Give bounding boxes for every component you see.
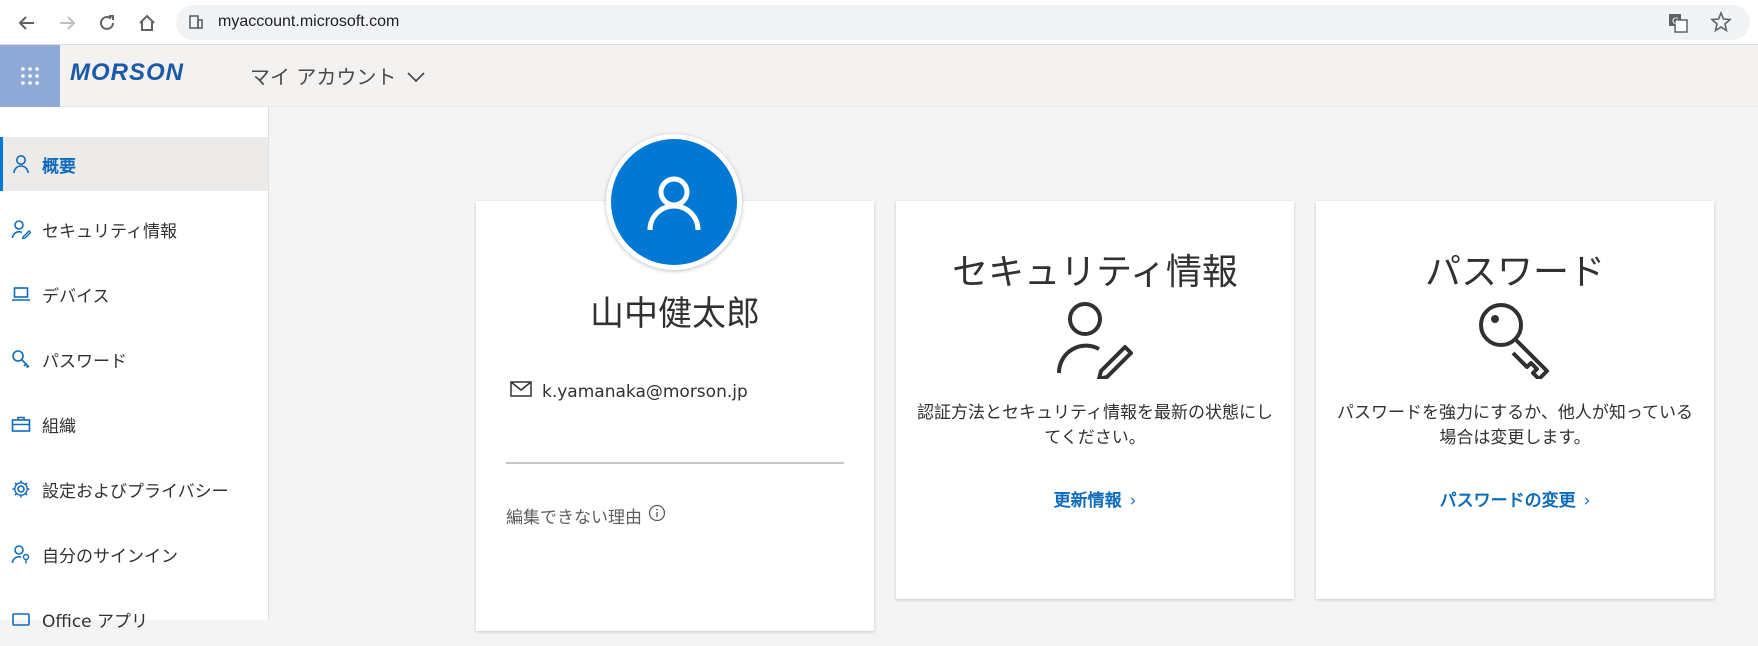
update-info-link[interactable]: 更新情報 › bbox=[896, 486, 1294, 511]
laptop-icon bbox=[10, 283, 32, 305]
sidebar-item-label: パスワード bbox=[42, 351, 127, 372]
email-row: k.yamanaka@morson.jp bbox=[510, 381, 748, 402]
sidebar-item-label: 設定およびプライバシー bbox=[42, 481, 229, 502]
bookmark-star-icon[interactable] bbox=[1710, 10, 1732, 37]
sidebar-item-label: Office アプリ bbox=[42, 611, 149, 632]
key-icon bbox=[1475, 299, 1555, 383]
sidebar-item-overview[interactable]: 概要 bbox=[0, 137, 268, 191]
forward-icon[interactable] bbox=[52, 8, 82, 38]
why-cant-edit-link[interactable]: 編集できない理由 bbox=[506, 503, 666, 528]
chevron-right-icon: › bbox=[1583, 491, 1591, 511]
sidebar-item-label: セキュリティ情報 bbox=[42, 221, 177, 242]
email-text: k.yamanaka@morson.jp bbox=[542, 381, 748, 402]
gear-icon bbox=[10, 478, 32, 500]
sidebar-item-label: 概要 bbox=[42, 156, 76, 177]
avatar-circle bbox=[611, 139, 737, 265]
sidebar-item-organization[interactable]: 組織 bbox=[0, 397, 268, 451]
mail-icon bbox=[510, 381, 532, 402]
card-description: 認証方法とセキュリティ情報を最新の状態にしてください。 bbox=[917, 403, 1273, 448]
sidebar-item-password[interactable]: パスワード bbox=[0, 332, 268, 386]
card-title: セキュリティ情報 bbox=[952, 252, 1238, 293]
sidebar-item-devices[interactable]: デバイス bbox=[0, 267, 268, 321]
site-info-icon[interactable] bbox=[188, 14, 204, 34]
sidebar-item-label: 組織 bbox=[42, 416, 76, 437]
chevron-right-icon: › bbox=[1129, 491, 1137, 511]
key-icon bbox=[10, 348, 32, 370]
sidebar-item-label: デバイス bbox=[42, 286, 110, 307]
person-icon bbox=[10, 153, 32, 175]
info-icon[interactable] bbox=[648, 504, 666, 527]
sidebar-item-my-sign-ins[interactable]: 自分のサインイン bbox=[0, 527, 268, 581]
reload-icon[interactable] bbox=[92, 8, 122, 38]
sidebar: 概要 セキュリティ情報 デバイス パスワード 組織 設定およびプライバシー 自分… bbox=[0, 107, 269, 632]
person-edit-icon bbox=[10, 218, 32, 240]
divider bbox=[506, 462, 844, 464]
svg-text:G: G bbox=[1672, 17, 1679, 27]
sidebar-item-label: 自分のサインイン bbox=[42, 546, 178, 567]
back-icon[interactable] bbox=[12, 8, 42, 38]
brand-logo[interactable]: MORSON bbox=[70, 59, 184, 87]
why-cant-edit-label: 編集できない理由 bbox=[506, 508, 642, 528]
person-key-icon bbox=[10, 543, 32, 565]
url-text: myaccount.microsoft.com bbox=[218, 13, 400, 30]
change-password-link[interactable]: パスワードの変更 › bbox=[1316, 486, 1714, 511]
chevron-down-icon bbox=[406, 64, 426, 88]
app-header: MORSON マイ アカウント bbox=[0, 45, 1758, 107]
avatar[interactable] bbox=[606, 134, 742, 270]
app-name-menu[interactable]: マイ アカウント bbox=[250, 61, 426, 90]
app-launcher-icon[interactable] bbox=[0, 45, 60, 107]
card-description: パスワードを強力にするか、他人が知っている場合は変更します。 bbox=[1337, 403, 1693, 448]
sidebar-item-office-apps[interactable]: Office アプリ bbox=[0, 592, 268, 646]
person-edit-icon bbox=[1055, 299, 1135, 383]
home-icon[interactable] bbox=[132, 8, 162, 38]
password-card: パスワード パスワードを強力にするか、他人が知っている場合は変更します。 パスワ… bbox=[1316, 201, 1714, 599]
user-display-name: 山中健太郎 bbox=[590, 294, 760, 334]
link-label: パスワードの変更 bbox=[1439, 491, 1576, 511]
browser-toolbar: myaccount.microsoft.com G bbox=[0, 0, 1758, 45]
briefcase-icon bbox=[10, 413, 32, 435]
app-name-label: マイ アカウント bbox=[250, 65, 397, 89]
address-bar[interactable]: myaccount.microsoft.com G bbox=[176, 5, 1750, 40]
security-info-card: セキュリティ情報 認証方法とセキュリティ情報を最新の状態にしてください。 更新情… bbox=[896, 201, 1294, 599]
sidebar-item-settings-privacy[interactable]: 設定およびプライバシー bbox=[0, 462, 268, 516]
office-icon bbox=[10, 608, 32, 630]
person-icon bbox=[647, 176, 701, 231]
sidebar-item-security-info[interactable]: セキュリティ情報 bbox=[0, 202, 268, 256]
translate-icon[interactable]: G bbox=[1668, 13, 1688, 37]
card-title: パスワード bbox=[1424, 252, 1605, 293]
link-label: 更新情報 bbox=[1053, 491, 1122, 511]
